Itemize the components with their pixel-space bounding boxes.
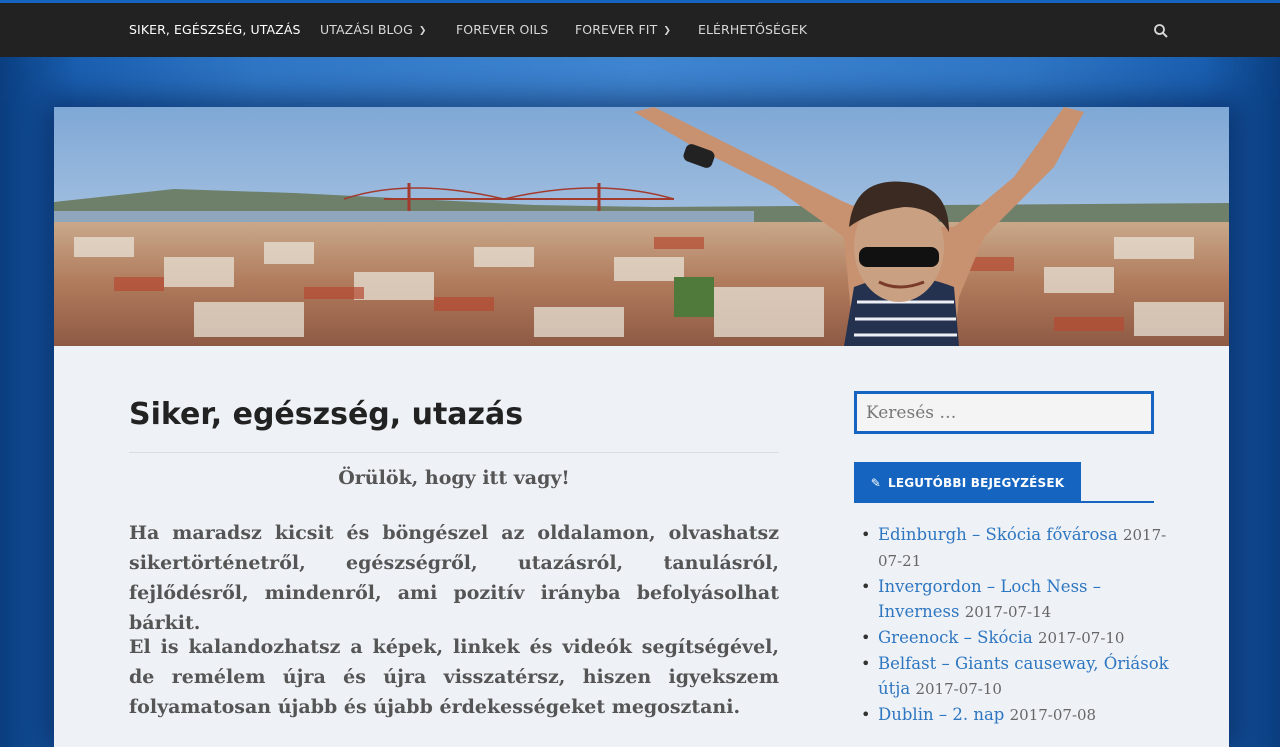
recent-posts-tab: ✎ LEGUTÓBBI BEJEGYZÉSEK (854, 462, 1081, 503)
recent-posts-title: LEGUTÓBBI BEJEGYZÉSEK (887, 475, 1065, 490)
list-item: • Edinburgh – Skócia fővárosa 2017-07-21 (854, 522, 1174, 574)
pencil-icon: ✎ (870, 475, 881, 490)
nav-item-elerhetosegek[interactable]: ELÉRHETŐSÉGEK (698, 3, 807, 57)
bullet-icon: • (861, 705, 871, 724)
intro-paragraph-1: Ha maradsz kicsit és böngészel az oldala… (129, 522, 779, 634)
post-link[interactable]: Dublin – 2. nap (878, 705, 1004, 724)
chevron-down-icon: ❯ (663, 26, 671, 36)
intro-paragraph-2: El is kalandozhatsz a képek, linkek és v… (129, 636, 779, 718)
post-date: 2017-07-08 (1009, 706, 1097, 724)
page-title: Siker, egészség, utazás (129, 397, 524, 432)
nav-brand-link[interactable]: SIKER, EGÉSZSÉG, UTAZÁS (129, 3, 301, 57)
search-icon[interactable] (1152, 22, 1170, 40)
nav-item-label: ELÉRHETŐSÉGEK (698, 22, 808, 37)
list-item: • Dublin – 2. nap 2017-07-08 (854, 702, 1174, 728)
bullet-icon: • (861, 577, 871, 596)
list-item: • Belfast – Giants causeway, Óriások útja… (854, 651, 1174, 702)
post-date: 2017-07-10 (915, 680, 1002, 698)
post-date: 2017-07-14 (964, 603, 1052, 621)
nav-item-label: FOREVER FIT (575, 22, 658, 37)
list-item: • Greenock – Skócia 2017-07-10 (854, 625, 1174, 651)
nav-item-label: UTAZÁSI BLOG (320, 22, 413, 37)
chevron-down-icon: ❯ (418, 26, 427, 36)
content-wrapper: Siker, egészség, utazás Örülök, hogy itt… (54, 107, 1229, 747)
post-link[interactable]: Edinburgh – Skócia fővárosa (878, 525, 1118, 544)
widget-underline (854, 501, 1154, 503)
header-image (54, 107, 1229, 346)
post-link[interactable]: Greenock – Skócia (878, 628, 1033, 647)
greeting-text: Örülök, hogy itt vagy! (338, 467, 570, 489)
list-item: • Invergordon – Loch Ness – Inverness 201… (854, 574, 1174, 625)
bullet-icon: • (861, 525, 871, 544)
top-navigation-bar: SIKER, EGÉSZSÉG, UTAZÁS UTAZÁSI BLOG ❯ FO… (0, 0, 1280, 57)
title-divider (129, 452, 779, 453)
nav-item-label: FOREVER OILS (456, 22, 549, 37)
bullet-icon: • (861, 628, 871, 647)
recent-posts-list: • Edinburgh – Skócia fővárosa 2017-07-21 … (854, 522, 1174, 728)
search-input[interactable] (854, 391, 1154, 434)
post-date: 2017-07-10 (1037, 629, 1125, 647)
nav-item-forever-oils[interactable]: FOREVER OILS (456, 3, 548, 57)
nav-item-forever-fit[interactable]: FOREVER FIT ❯ (575, 3, 671, 57)
nav-item-utazasi-blog[interactable]: UTAZÁSI BLOG ❯ (320, 3, 427, 57)
bullet-icon: • (861, 654, 871, 673)
